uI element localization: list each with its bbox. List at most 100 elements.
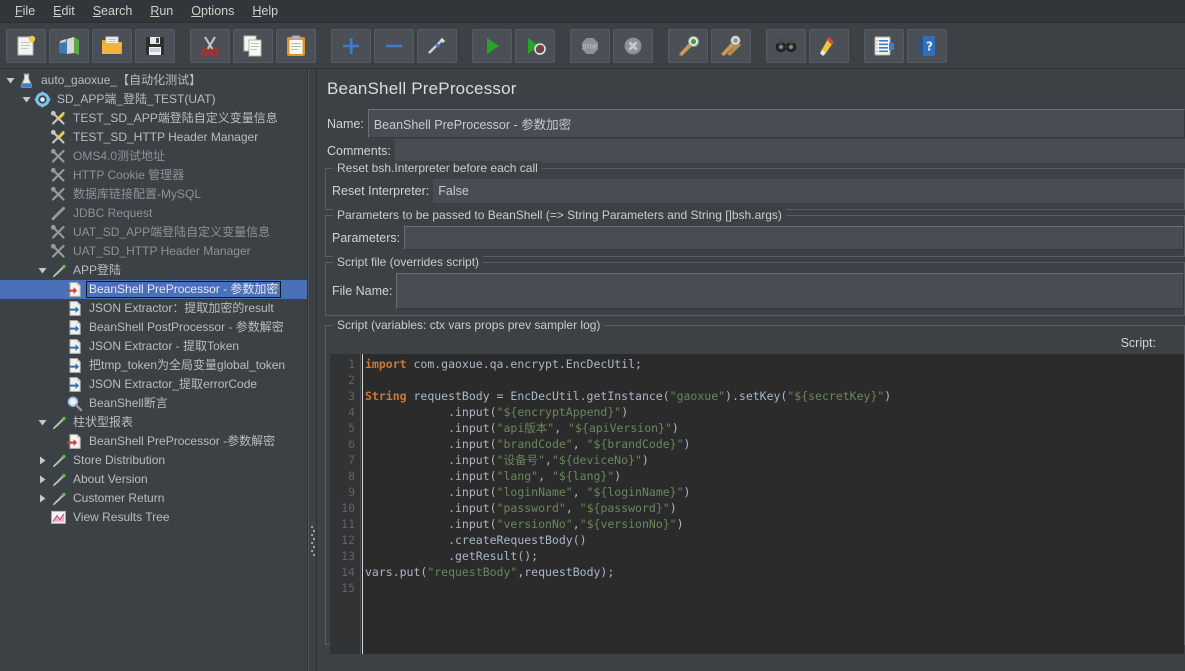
script-editor[interactable]: 1 2 3 4 5 6 7 8 9 10 11 12 13 14 15 import com.gaoxue.… — [330, 354, 1184, 654]
tree-node-2-config-element[interactable]: TEST_SD_APP端登陆自定义变量信息 — [0, 109, 307, 128]
reset-interpreter-group: Reset bsh.Interpreter before each call R… — [325, 161, 1185, 210]
chevron-down-icon[interactable] — [4, 71, 17, 90]
line-number: 2 — [348, 373, 355, 387]
code-line: .input("设备号","${deviceNo}") — [365, 453, 649, 467]
function-helper-button[interactable] — [864, 28, 904, 63]
tree-node-9-config-element[interactable]: UAT_SD_HTTP Header Manager — [0, 242, 307, 261]
shutdown-button[interactable] — [613, 28, 653, 63]
tree-node-20-http-sampler[interactable]: Store Distribution — [0, 451, 307, 470]
code-line: .input("password", "${password}") — [365, 501, 677, 515]
tree-node-7-jdbc-request[interactable]: JDBC Request — [0, 204, 307, 223]
panel-splitter[interactable] — [308, 69, 317, 671]
tree-node-label: HTTP Cookie 管理器 — [73, 168, 185, 182]
tree-node-16-postprocessor[interactable]: JSON Extractor_提取errorCode — [0, 375, 307, 394]
tree-node-label: JSON Extractor：提取加密的result — [89, 301, 274, 315]
copy-button[interactable] — [233, 28, 273, 63]
templates-button[interactable] — [49, 28, 89, 63]
start-no-pauses-button[interactable] — [515, 28, 555, 63]
tree-node-label: 数据库链接配置-MySQL — [73, 187, 202, 201]
menu-help[interactable]: Help — [243, 2, 287, 21]
chevron-right-icon[interactable] — [36, 451, 49, 470]
code-line: vars.put("requestBody",requestBody); — [365, 565, 615, 579]
chevron-down-icon[interactable] — [20, 90, 33, 109]
clear-all-button[interactable] — [711, 28, 751, 63]
config-element-icon — [49, 186, 67, 203]
collapse-all-icon — [382, 34, 406, 58]
tree-node-8-config-element[interactable]: UAT_SD_APP端登陆自定义变量信息 — [0, 223, 307, 242]
tree-node-1-thread-group[interactable]: SD_APP端_登陆_TEST(UAT) — [0, 90, 307, 109]
tree-node-label: SD_APP端_登陆_TEST(UAT) — [57, 92, 216, 106]
menu-options[interactable]: Options — [182, 2, 243, 21]
save-button[interactable] — [135, 28, 175, 63]
tree-node-5-config-element[interactable]: HTTP Cookie 管理器 — [0, 166, 307, 185]
comments-input[interactable] — [394, 139, 1185, 163]
tree-node-12-postprocessor[interactable]: JSON Extractor：提取加密的result — [0, 299, 307, 318]
reset-search-button[interactable] — [809, 28, 849, 63]
tree-node-label: BeanShell PostProcessor - 参数解密 — [89, 320, 284, 334]
new-test-plan-button[interactable] — [6, 28, 46, 63]
chevron-down-icon[interactable] — [36, 413, 49, 432]
parameters-row: Parameters: — [330, 226, 1184, 250]
tree-node-4-config-element[interactable]: OMS4.0测试地址 — [0, 147, 307, 166]
file-name-input[interactable] — [396, 273, 1184, 309]
start-button[interactable] — [472, 28, 512, 63]
menu-file[interactable]: File — [6, 2, 44, 21]
tree-node-13-postprocessor[interactable]: BeanShell PostProcessor - 参数解密 — [0, 318, 307, 337]
reset-interpreter-row: Reset Interpreter: False — [330, 179, 1184, 203]
test-plan-icon — [17, 72, 35, 89]
view-results-tree-icon — [49, 509, 67, 526]
stop-button[interactable]: STOP — [570, 28, 610, 63]
splitter-grip[interactable] — [311, 524, 315, 558]
chevron-right-icon[interactable] — [36, 489, 49, 508]
line-number: 3 — [348, 389, 355, 403]
cut-button[interactable] — [190, 28, 230, 63]
line-number: 11 — [341, 517, 355, 531]
parameters-group-title: Parameters to be passed to BeanShell (=>… — [333, 208, 786, 222]
collapse-all-button[interactable] — [374, 28, 414, 63]
help-button[interactable]: ? — [907, 28, 947, 63]
clear-button[interactable] — [668, 28, 708, 63]
copy-icon — [241, 34, 265, 58]
comments-row: Comments: — [325, 139, 1185, 163]
tree-node-14-postprocessor[interactable]: JSON Extractor - 提取Token — [0, 337, 307, 356]
tree-node-10-http-sampler[interactable]: APP登陆 — [0, 261, 307, 280]
test-plan-tree[interactable]: auto_gaoxue_【自动化测试】 SD_APP端_登陆_TEST(UAT) T… — [0, 69, 308, 671]
http-sampler-icon — [49, 452, 67, 469]
search-button[interactable] — [766, 28, 806, 63]
menu-edit[interactable]: Edit — [44, 2, 84, 21]
tree-node-17-assertion[interactable]: BeanShell断言 — [0, 394, 307, 413]
reset-interpreter-value[interactable]: False — [433, 179, 1184, 203]
script-group-title: Script (variables: ctx vars props prev s… — [333, 318, 605, 332]
tree-node-0-test-plan[interactable]: auto_gaoxue_【自动化测试】 — [0, 71, 307, 90]
chevron-down-icon[interactable] — [36, 261, 49, 280]
tree-node-21-http-sampler[interactable]: About Version — [0, 470, 307, 489]
paste-button[interactable] — [276, 28, 316, 63]
menu-search[interactable]: Search — [84, 2, 142, 21]
script-code-area[interactable]: import com.gaoxue.qa.encrypt.EncDecUtil;… — [362, 354, 1184, 654]
assertion-icon — [65, 395, 83, 412]
tree-node-19-preprocessor[interactable]: BeanShell PreProcessor -参数解密 — [0, 432, 307, 451]
tree-node-label: OMS4.0测试地址 — [73, 149, 166, 163]
tree-node-22-http-sampler[interactable]: Customer Return — [0, 489, 307, 508]
tree-node-label: JSON Extractor - 提取Token — [89, 339, 240, 353]
tree-node-label: Store Distribution — [73, 453, 166, 467]
chevron-right-icon[interactable] — [36, 470, 49, 489]
tree-node-18-http-sampler[interactable]: 柱状型报表 — [0, 413, 307, 432]
name-input[interactable]: BeanShell PreProcessor - 参数加密 — [367, 109, 1185, 138]
menu-run[interactable]: Run — [141, 2, 182, 21]
code-line: .input("loginName", "${loginName}") — [365, 485, 691, 499]
tree-node-label: TEST_SD_APP端登陆自定义变量信息 — [73, 111, 278, 125]
open-button[interactable] — [92, 28, 132, 63]
tree-node-15-postprocessor[interactable]: 把tmp_token为全局变量global_token — [0, 356, 307, 375]
tree-node-3-config-element[interactable]: TEST_SD_HTTP Header Manager — [0, 128, 307, 147]
toggle-button[interactable] — [417, 28, 457, 63]
tree-node-label: JSON Extractor_提取errorCode — [89, 377, 258, 391]
parameters-input[interactable] — [404, 226, 1184, 250]
expand-all-button[interactable] — [331, 28, 371, 63]
tree-node-23-view-results-tree[interactable]: View Results Tree — [0, 508, 307, 527]
tree-node-11-preprocessor[interactable]: BeanShell PreProcessor - 参数加密 — [0, 280, 307, 299]
line-number: 4 — [348, 405, 355, 419]
tree-node-6-config-element[interactable]: 数据库链接配置-MySQL — [0, 185, 307, 204]
